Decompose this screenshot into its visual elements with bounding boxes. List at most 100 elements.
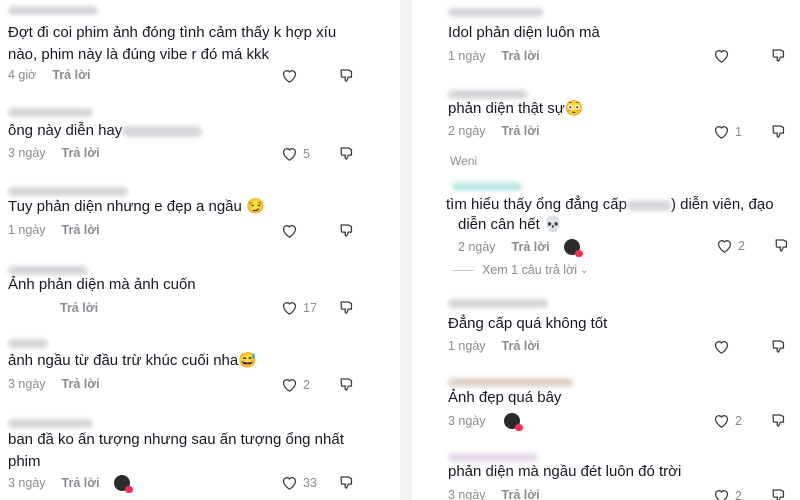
comment-text: Ảnh phản diện mà ảnh cuốn [8, 276, 196, 293]
comment-item: Weni tìm hiểu thấy ổng đẳng cấp) diễn vi… [412, 150, 800, 285]
blurred-username [448, 8, 543, 17]
blurred-username [448, 378, 573, 387]
like-button[interactable]: 2 [280, 375, 320, 394]
like-count: 2 [738, 238, 745, 253]
reply-button[interactable]: Trả lời [502, 124, 540, 138]
like-count: 17 [303, 300, 317, 315]
comment-item: Idol phản diện luôn mà 1 ngày Trả lời [412, 0, 800, 80]
comment-time: 3 ngày [8, 476, 46, 490]
heart-outline-icon [282, 225, 297, 238]
thumbs-down-icon [772, 49, 785, 62]
dislike-button[interactable] [770, 337, 789, 356]
thumbs-down-icon [340, 224, 353, 237]
dislike-button[interactable] [770, 122, 789, 141]
thumbs-down-icon [772, 340, 785, 353]
comment-item: phản diện mà ngầu đét luôn đó trời 3 ngà… [412, 435, 800, 500]
heart-outline-icon [282, 477, 297, 490]
like-count: 2 [735, 488, 742, 500]
comment-item: Đợt đi coi phim ảnh đóng tình cảm thấy k… [0, 0, 400, 100]
like-button[interactable] [280, 66, 320, 85]
comment-text-part: tìm hiểu thấy ổng đẳng cấp [446, 196, 627, 213]
heart-outline-icon [282, 70, 297, 83]
comment-time: 2 ngày [448, 124, 486, 138]
comment-meta: 1 ngày Trả lời [448, 49, 540, 63]
reply-button[interactable]: Trả lời [502, 339, 540, 353]
like-count: 33 [303, 475, 317, 490]
comment-text: phản diện mà ngầu đét luôn đó trời [448, 463, 682, 480]
like-button[interactable]: 33 [280, 473, 320, 492]
reply-button[interactable]: Trả lời [502, 488, 540, 500]
comment-meta: 2 ngày Trả lời [458, 239, 583, 257]
dislike-button[interactable] [770, 46, 789, 65]
like-button[interactable]: 17 [280, 298, 320, 317]
thumbs-down-icon [340, 301, 353, 314]
dislike-button[interactable] [338, 375, 357, 394]
comment-actions: 17 [280, 298, 357, 317]
like-count: 2 [735, 413, 742, 428]
comment-meta: 4 giờ Trả lời [8, 68, 90, 82]
comment-time: 1 ngày [448, 49, 486, 63]
reply-button[interactable]: Trả lời [62, 377, 100, 391]
comment-time: 1 ngày [8, 223, 46, 237]
reply-button[interactable]: Trả lời [60, 301, 98, 315]
heart-outline-icon [282, 302, 297, 315]
blurred-username [8, 339, 48, 348]
comment-text: phản diện thật sự😳 [448, 100, 584, 117]
reply-button[interactable]: Trả lời [62, 223, 100, 237]
reply-button[interactable]: Trả lời [502, 49, 540, 63]
like-button[interactable]: 2 [715, 236, 755, 255]
comment-item: phản diện thật sự😳 2 ngày Trả lời 1 [412, 80, 800, 150]
comment-text-visible: ông này diễn hay [8, 122, 123, 139]
dislike-button[interactable] [338, 473, 357, 492]
blurred-username [8, 419, 93, 428]
comment-text: Ảnh đẹp quá bây [448, 389, 562, 406]
reply-button[interactable]: Trả lời [512, 240, 550, 254]
dislike-button[interactable] [338, 144, 357, 163]
like-button[interactable] [280, 221, 320, 240]
comment-actions: 33 [280, 473, 357, 492]
comment-time: 1 ngày [448, 339, 486, 353]
dislike-button[interactable] [338, 66, 357, 85]
comment-meta: 3 ngày Trả lời [448, 488, 540, 500]
heart-outline-icon [714, 415, 729, 428]
view-replies-link[interactable]: Xem 1 câu trả lời ⌄ [452, 263, 588, 277]
dislike-button[interactable] [338, 298, 357, 317]
comment-column-left: Đợt đi coi phim ảnh đóng tình cảm thấy k… [0, 0, 400, 500]
like-button[interactable]: 2 [712, 411, 752, 430]
comment-time: 2 ngày [458, 240, 496, 254]
comment-time: 3 ngày [8, 377, 46, 391]
comment-text-line: diễn cân hết 💀 [458, 216, 563, 233]
comment-meta: 3 ngày Trả lời [8, 146, 100, 160]
comment-text: ban đầ ko ấn tượng nhưng sau ấn tượng ổn… [8, 431, 344, 470]
like-button[interactable] [712, 337, 752, 356]
like-button[interactable]: 1 [712, 122, 752, 141]
dislike-button[interactable] [770, 411, 789, 430]
comment-actions: 2 [712, 486, 789, 500]
like-button[interactable]: 2 [712, 486, 752, 500]
heart-outline-icon [714, 490, 729, 500]
comment-text: Đợt đi coi phim ảnh đóng tình cảm thấy k… [8, 24, 337, 63]
dislike-button[interactable] [338, 221, 357, 240]
comment-actions: 2 [712, 411, 789, 430]
comment-text: Idol phản diện luôn mà [448, 24, 600, 41]
heart-outline-icon [714, 341, 729, 354]
heart-outline-icon [282, 148, 297, 161]
comment-item: ông này diễn hay 3 ngày Trả lời 5 [0, 100, 400, 175]
comment-meta: 1 ngày Trả lời [8, 223, 100, 237]
comment-item: Tuy phản diện nhưng e đẹp a ngầu 😏 1 ngà… [0, 175, 400, 250]
like-button[interactable]: 5 [280, 144, 320, 163]
reply-button[interactable]: Trả lời [62, 146, 100, 160]
comment-item: Ảnh phản diện mà ảnh cuốn Trả lời 17 [0, 250, 400, 325]
comment-actions [280, 221, 357, 240]
comment-text: Tuy phản diện nhưng e đẹp a ngầu 😏 [8, 198, 265, 215]
blurred-username [452, 182, 522, 191]
dislike-button[interactable] [773, 236, 792, 255]
username: Weni [450, 154, 478, 168]
dislike-button[interactable] [770, 486, 789, 500]
reply-button[interactable]: Trả lời [62, 476, 100, 490]
comment-actions [280, 66, 357, 85]
like-button[interactable] [712, 46, 752, 65]
reply-button[interactable]: Trả lời [52, 68, 90, 82]
comment-item: Đẳng cấp quá không tốt 1 ngày Trả lời [412, 285, 800, 360]
heart-outline-icon [717, 240, 732, 253]
